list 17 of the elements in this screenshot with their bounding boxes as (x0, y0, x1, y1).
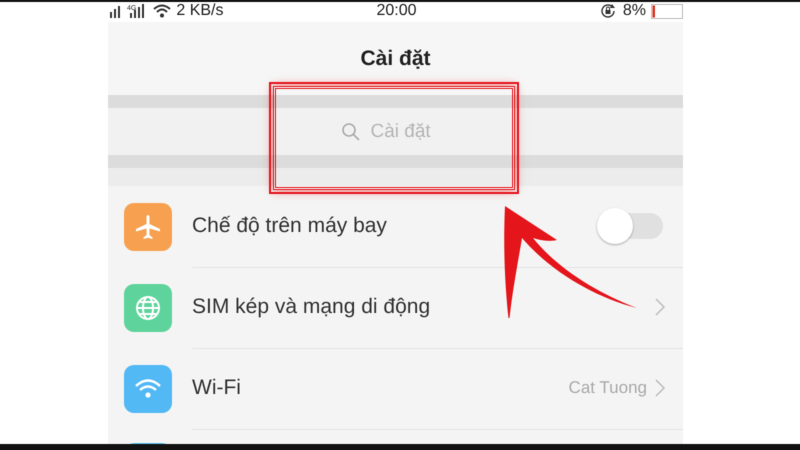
chevron-icon (655, 379, 665, 397)
setting-label: SIM kép và mạng di động (192, 295, 432, 319)
search-field[interactable]: Cài đặt (370, 120, 450, 142)
rotation-lock-icon (600, 3, 618, 19)
wifi-icon (153, 4, 172, 18)
battery-icon (650, 4, 683, 18)
toggle-switch[interactable] (595, 206, 665, 246)
setting-label: Wi-Fi (192, 376, 242, 400)
settings-item[interactable]: Wi-Fi Cat Tuong (108, 348, 683, 429)
clock-time: 20:00 (376, 2, 417, 20)
setting-value: Cat Tuong (568, 378, 647, 398)
setting-label: Chế độ trên máy bay (192, 214, 388, 238)
battery-percent: 8% (622, 2, 646, 20)
screen-title: Cài đặt (360, 46, 430, 70)
search-icon (340, 122, 360, 142)
network-speed: 2 KB/s (176, 2, 224, 20)
chevron-icon (655, 298, 665, 316)
